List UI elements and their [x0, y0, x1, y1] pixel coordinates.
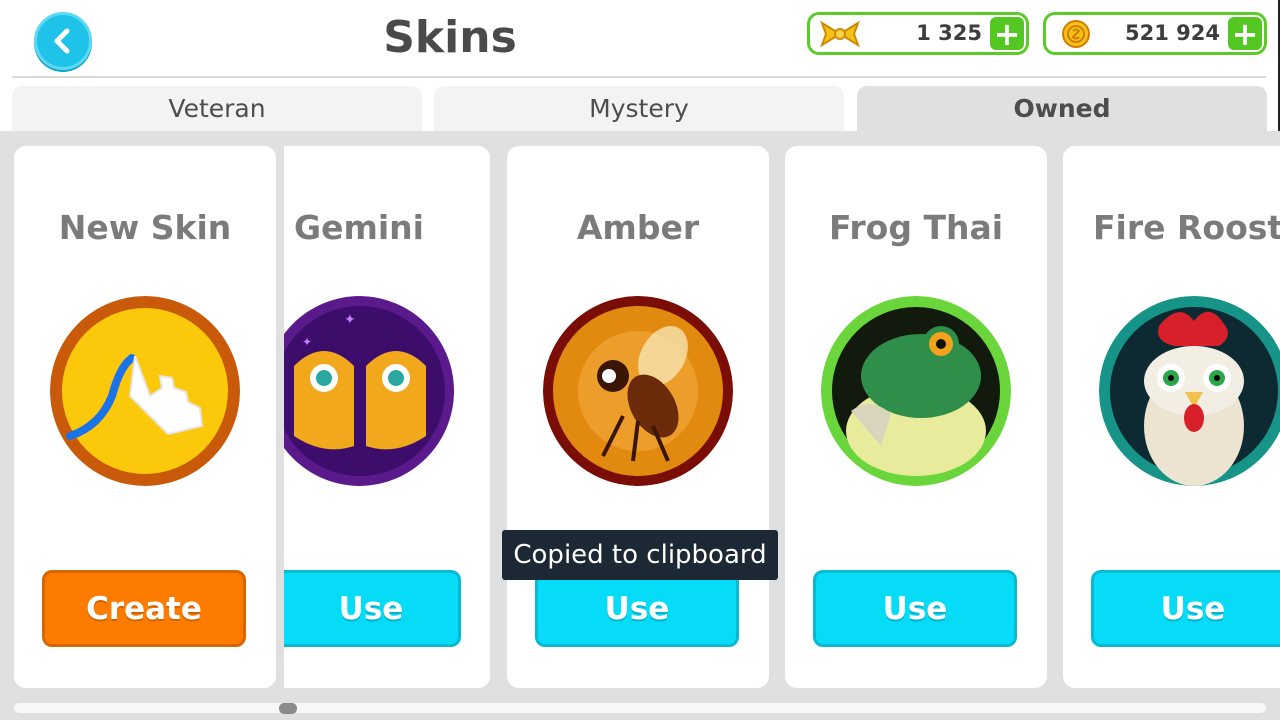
bow-currency-counter: 1 325 +	[807, 12, 1029, 55]
bow-amount: 1 325	[916, 21, 982, 45]
amber-portrait	[543, 296, 733, 486]
bow-icon	[820, 20, 860, 48]
use-button[interactable]: Use	[1091, 570, 1280, 647]
tab-mystery[interactable]: Mystery	[434, 86, 844, 132]
back-button[interactable]	[34, 12, 92, 70]
add-bows-button[interactable]: +	[990, 17, 1024, 50]
skin-card-amber: Amber Use	[507, 146, 769, 688]
tab-owned[interactable]: Owned	[857, 86, 1267, 132]
use-button[interactable]: Use	[284, 570, 461, 647]
coin-currency-counter: 521 924 +	[1043, 12, 1267, 55]
fire-rooster-portrait	[1099, 296, 1280, 486]
create-button[interactable]: Create	[42, 570, 246, 647]
skins-list[interactable]: New Skin Create Gemini ✦ ✦ Use Amber Use…	[0, 131, 1280, 720]
frog-thai-portrait	[821, 296, 1011, 486]
add-coins-button[interactable]: +	[1228, 17, 1262, 50]
chevron-left-icon	[54, 28, 70, 54]
skin-name: Amber	[576, 208, 700, 247]
coin-amount: 521 924	[1125, 21, 1220, 45]
header-divider	[12, 76, 1266, 78]
toast-message: Copied to clipboard	[502, 530, 778, 580]
svg-text:✦: ✦	[302, 335, 312, 349]
coin-icon	[1062, 20, 1090, 48]
horizontal-scrollbar[interactable]	[14, 703, 1266, 713]
use-button[interactable]: Use	[813, 570, 1017, 647]
skin-card-gemini: Gemini ✦ ✦ Use	[284, 146, 490, 688]
use-button[interactable]: Use	[535, 570, 739, 647]
skin-name: New Skin	[58, 208, 232, 247]
svg-text:✦: ✦	[344, 312, 356, 328]
skin-name: Frog Thai	[828, 208, 1004, 247]
scrollbar-thumb[interactable]	[279, 703, 297, 714]
skin-card-fire-rooster: Fire Rooste Use	[1063, 146, 1280, 688]
gemini-portrait: ✦ ✦	[284, 296, 454, 486]
card-separator	[276, 146, 284, 688]
new-skin-icon	[50, 296, 240, 486]
skin-name: Fire Rooste	[1093, 208, 1280, 247]
skin-card-frog-thai: Frog Thai Use	[785, 146, 1047, 688]
skin-card-new-skin: New Skin Create	[14, 146, 276, 688]
tab-veteran[interactable]: Veteran	[12, 86, 422, 132]
skin-name: Gemini	[294, 208, 424, 247]
page-title: Skins	[383, 12, 517, 63]
